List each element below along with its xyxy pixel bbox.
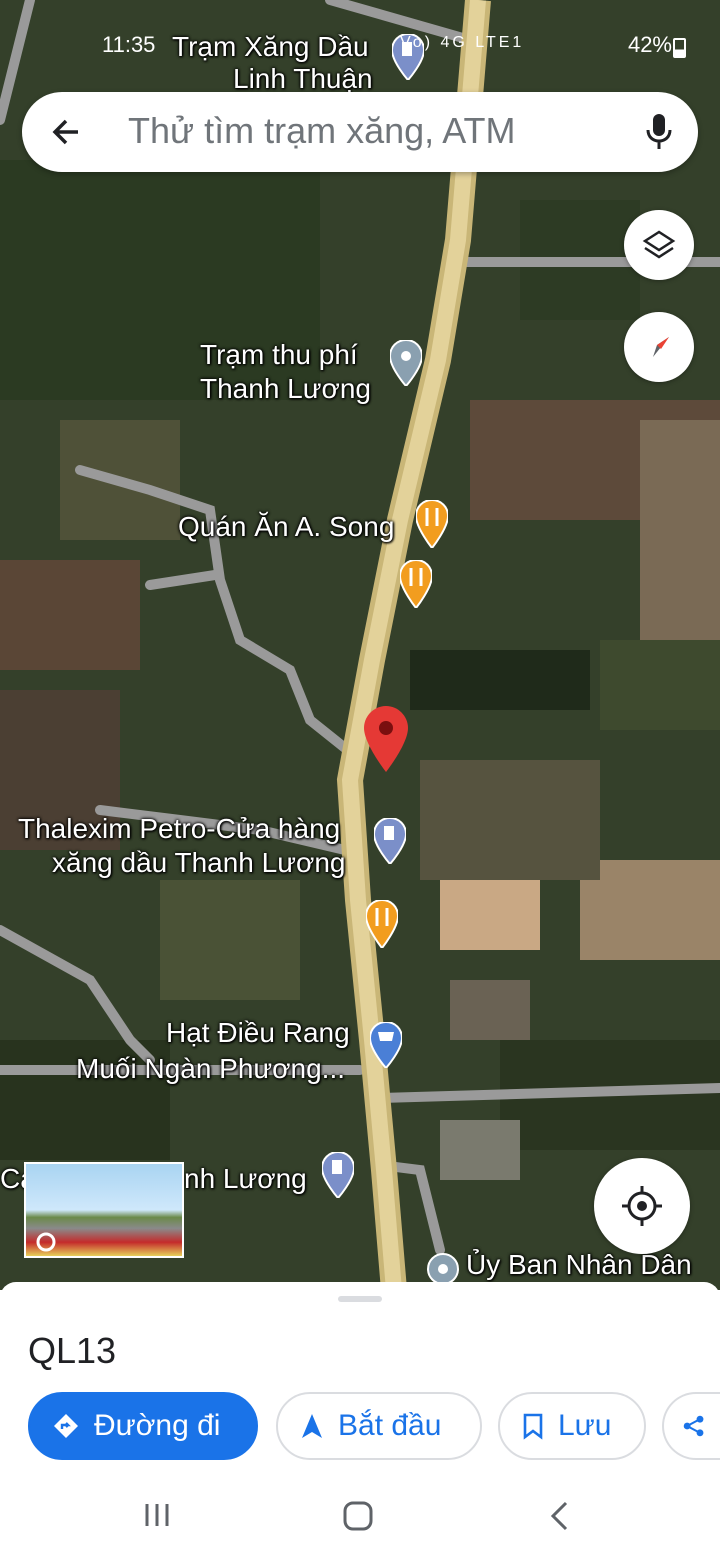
street-view-icon [36,1232,56,1252]
search-input[interactable]: Thử tìm trạm xăng, ATM [128,110,516,152]
mic-icon[interactable] [644,112,674,152]
toll-label-2[interactable]: Thanh Lương [200,372,371,406]
toll-label-1[interactable]: Trạm thu phí [200,338,358,372]
compass-button[interactable] [624,312,694,382]
start-button[interactable]: Bắt đầu [276,1392,482,1460]
status-time: 11:35 [102,32,156,57]
street-view-thumbnail[interactable] [24,1162,184,1258]
committee-label[interactable]: Ủy Ban Nhân Dân [466,1248,692,1282]
restaurant-pin-2[interactable] [398,558,434,613]
directions-icon [54,1414,78,1438]
status-network: Vo) 4G LTE1 [400,34,525,51]
system-nav-bar [0,1482,720,1560]
search-bar[interactable]: Thử tìm trạm xăng, ATM [22,92,698,172]
cashew-label-2[interactable]: Muối Ngàn Phương... [76,1052,345,1086]
directions-button[interactable]: Đường đi [28,1392,258,1460]
layers-icon [642,230,676,259]
layers-button[interactable] [624,210,694,280]
gas-station-bottom-pin[interactable] [320,1150,356,1203]
sheet-drag-handle[interactable] [338,1296,382,1302]
shopping-pin[interactable] [368,1020,404,1073]
restaurant-pin-3[interactable] [364,898,400,953]
satellite-imagery [0,0,720,1290]
my-location-icon [622,1186,662,1226]
restaurant-label[interactable]: Quán Ăn A. Song [178,510,394,544]
save-label: Lưu [558,1409,612,1442]
my-location-button[interactable] [594,1158,690,1254]
status-bar: 11:35 Vo) 4G LTE1 42% [0,28,720,64]
back-nav-icon[interactable] [548,1500,572,1537]
save-button[interactable]: Lưu [498,1392,646,1460]
gas-station-bottom-label-right[interactable]: nh Lương [184,1162,307,1196]
battery-icon [673,38,686,58]
toll-pin[interactable] [388,338,424,391]
recent-apps-icon[interactable] [142,1500,172,1535]
share-icon [683,1415,704,1437]
bookmark-icon [523,1413,543,1440]
start-label: Bắt đầu [338,1409,442,1442]
share-button[interactable] [662,1392,720,1460]
directions-label: Đường đi [94,1409,221,1442]
back-arrow-icon[interactable] [48,112,84,152]
gas-station-top-label-2[interactable]: Linh Thuận [233,62,373,96]
status-battery: 42% [627,32,672,57]
map-view[interactable]: Trạm Xăng Dầu Linh Thuận Trạm thu phí Th… [0,0,720,1290]
compass-icon [653,337,669,357]
restaurant-pin[interactable] [414,498,450,553]
thalexim-label-1[interactable]: Thalexim Petro-Cửa hàng [18,812,340,846]
cashew-label-1[interactable]: Hạt Điều Rang [166,1016,350,1050]
gas-station-pin[interactable] [372,816,408,869]
dropped-pin[interactable] [364,706,408,777]
navigation-arrow-icon [302,1414,322,1438]
home-icon[interactable] [342,1500,374,1537]
place-title: QL13 [28,1330,117,1371]
thalexim-label-2[interactable]: xăng dầu Thanh Lương [52,846,345,880]
